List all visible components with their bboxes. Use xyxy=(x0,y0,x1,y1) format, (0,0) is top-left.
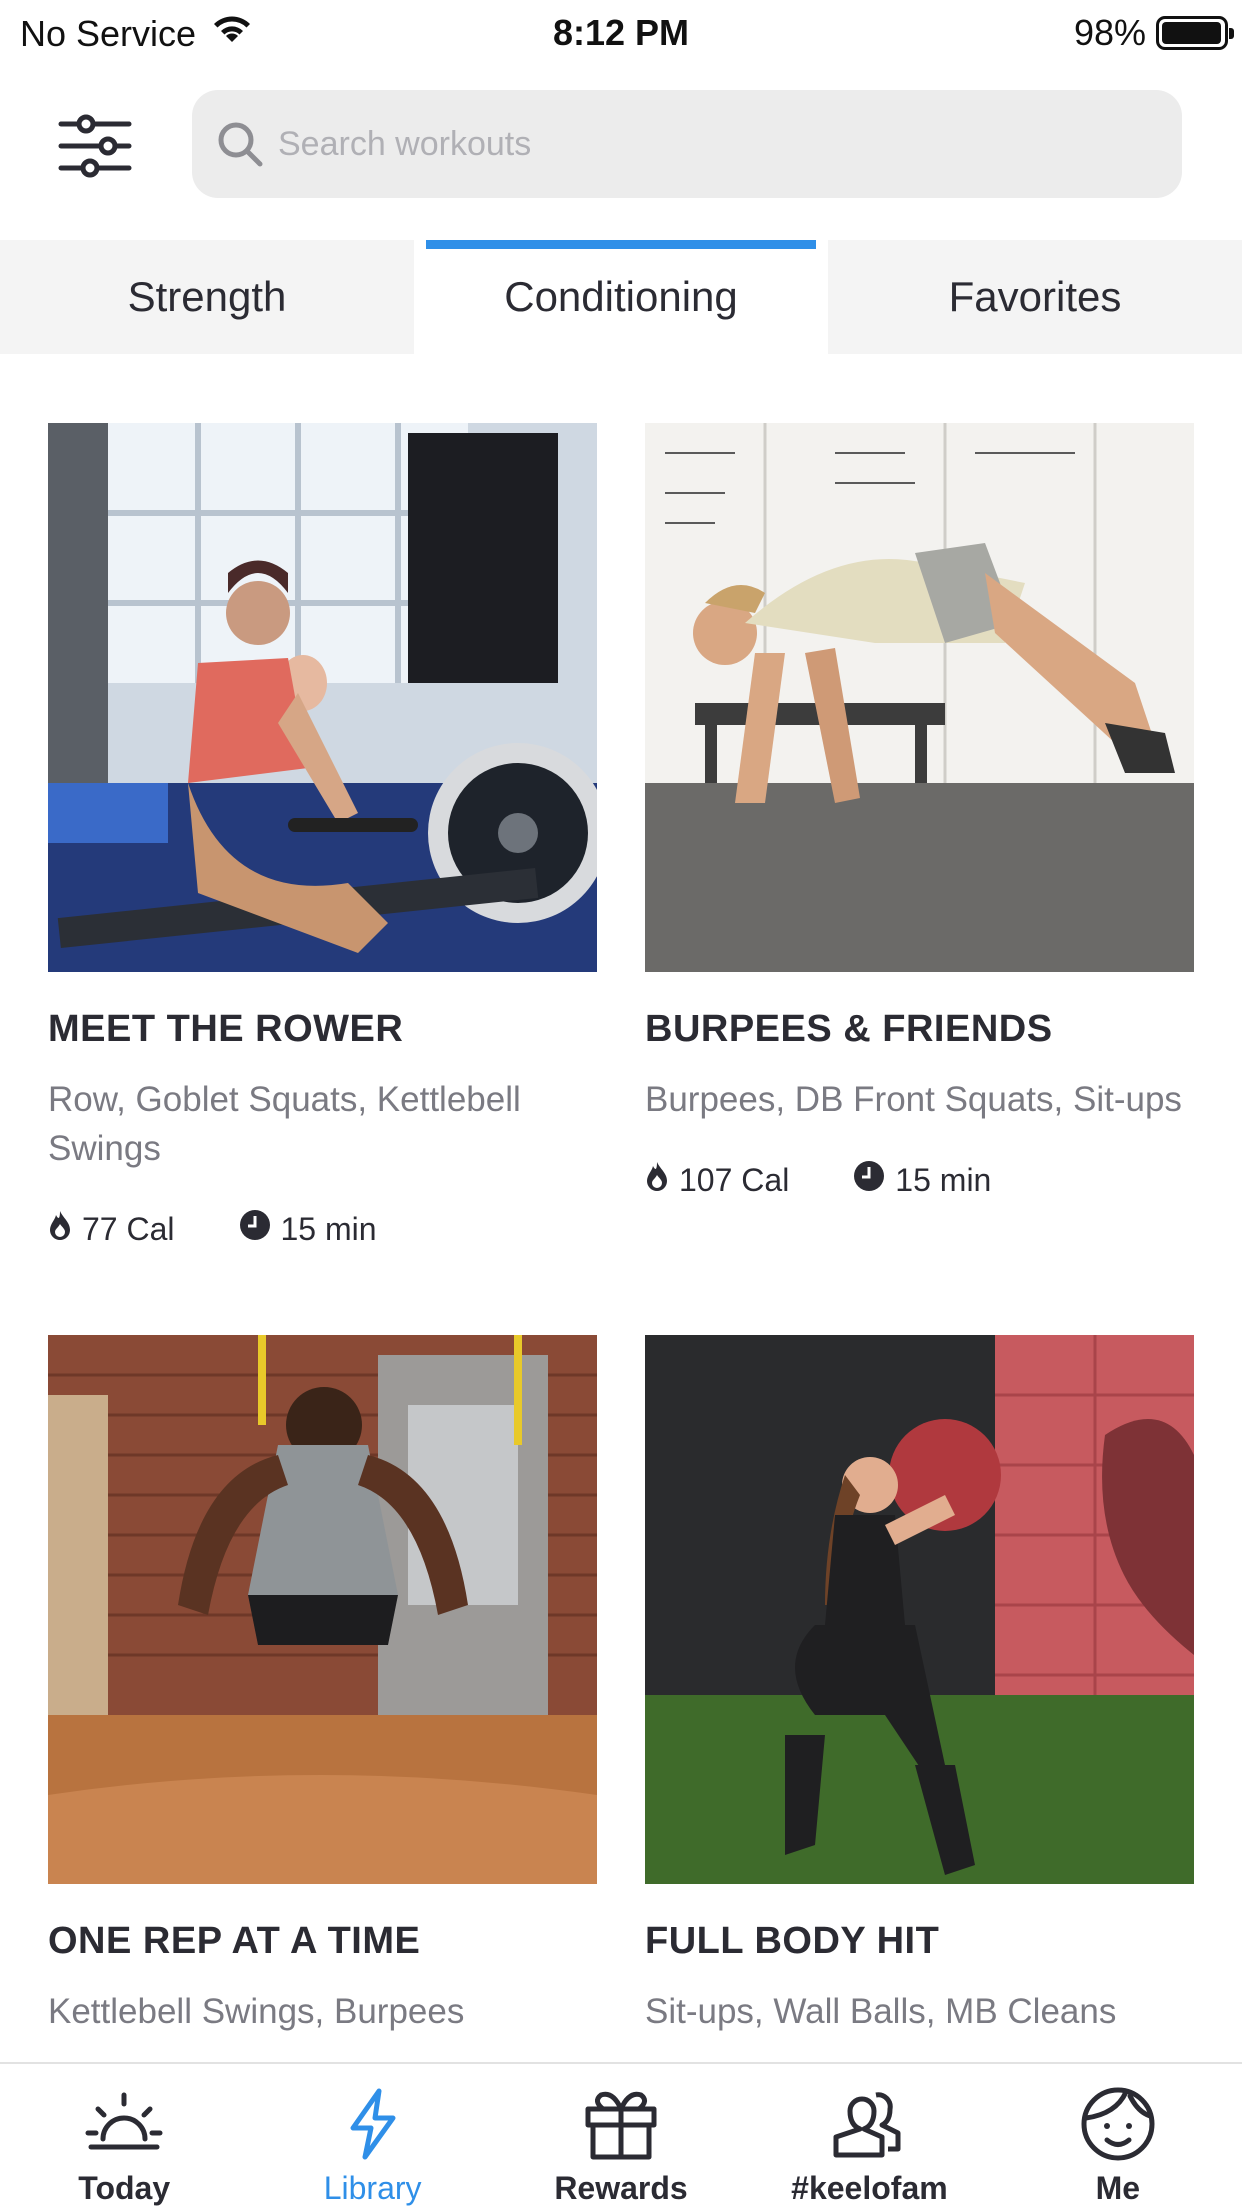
workout-title: ONE REP AT A TIME xyxy=(48,1920,421,1962)
flame-icon xyxy=(645,1161,669,1199)
duration-info: 15 min xyxy=(239,1209,377,1249)
battery-percent: 98% xyxy=(1073,12,1146,53)
battery-icon xyxy=(1156,16,1234,50)
clock: 8:12 PM xyxy=(552,12,690,53)
status-right: 98% xyxy=(1073,12,1234,54)
workout-meta: 77 Cal 15 min xyxy=(48,1209,597,1249)
nav-label-me: Me xyxy=(1095,2170,1141,2206)
calories-value: 107 Cal xyxy=(679,1161,790,1198)
battery-fill xyxy=(1162,22,1221,44)
header xyxy=(0,64,1242,240)
lightning-icon xyxy=(333,2084,413,2164)
nav-label-keelofam: #keelofam xyxy=(791,2170,948,2206)
category-tabs: Strength Conditioning Favorites xyxy=(0,240,1242,354)
gift-icon xyxy=(581,2084,661,2164)
status-bar: No Service 8:12 PM 98% xyxy=(0,0,1242,64)
sliders-icon xyxy=(58,114,132,183)
workout-exercises: Burpees, DB Front Squats, Sit-ups xyxy=(645,1080,1182,1119)
workout-title: FULL BODY HIT xyxy=(645,1920,940,1962)
calories-value: 77 Cal xyxy=(82,1210,175,1247)
tab-strength[interactable]: Strength xyxy=(0,240,414,354)
nav-keelofam[interactable]: #keelofam xyxy=(745,2064,993,2208)
workout-card[interactable]: FULL BODY HIT Sit-ups, Wall Balls, MB Cl… xyxy=(645,1335,1194,2036)
duration-info: 15 min xyxy=(853,1160,991,1200)
calories-info: 107 Cal xyxy=(645,1161,789,1199)
workout-card[interactable]: MEET THE ROWER Row, Goblet Squats, Kettl… xyxy=(48,423,597,1249)
tab-favorites[interactable]: Favorites xyxy=(828,240,1242,354)
nav-today[interactable]: Today xyxy=(0,2064,248,2208)
calories-info: 77 Cal xyxy=(48,1210,175,1248)
tab-conditioning[interactable]: Conditioning xyxy=(414,240,828,354)
nav-label-library: Library xyxy=(323,2170,422,2206)
clock-icon xyxy=(853,1160,885,1200)
workout-image-burpees xyxy=(645,423,1194,972)
nav-label-today: Today xyxy=(78,2170,171,2206)
workout-title: MEET THE ROWER xyxy=(48,1008,404,1050)
people-icon xyxy=(829,2084,909,2164)
workout-exercises: Kettlebell Swings, Burpees xyxy=(48,1992,465,2031)
filter-button[interactable] xyxy=(50,108,140,188)
clock-icon xyxy=(239,1209,271,1249)
workout-meta: 107 Cal 15 min xyxy=(645,1160,1194,1200)
workout-image-full-body xyxy=(645,1335,1194,1884)
search-bar[interactable] xyxy=(192,90,1182,198)
duration-value: 15 min xyxy=(895,1161,992,1198)
nav-rewards[interactable]: Rewards xyxy=(497,2064,745,2208)
workout-card[interactable]: ONE REP AT A TIME Kettlebell Swings, Bur… xyxy=(48,1335,597,2036)
app-root: No Service 8:12 PM 98% Search workouts S… xyxy=(0,0,1242,2208)
flame-icon xyxy=(48,1210,72,1248)
workout-card[interactable]: BURPEES & FRIENDS Burpees, DB Front Squa… xyxy=(645,423,1194,1200)
sun-icon xyxy=(84,2084,164,2164)
nav-me[interactable]: Me xyxy=(994,2064,1242,2208)
workout-exercises: Sit-ups, Wall Balls, MB Cleans xyxy=(645,1992,1117,2031)
search-icon xyxy=(210,114,270,174)
nav-label-rewards: Rewards xyxy=(554,2170,688,2206)
workout-image-one-rep xyxy=(48,1335,597,1884)
bottom-nav: Today Library Rewards #keelofam Me xyxy=(0,2062,1242,2208)
workout-title: BURPEES & FRIENDS xyxy=(645,1008,1053,1050)
face-icon xyxy=(1078,2084,1158,2164)
search-input[interactable] xyxy=(278,90,1182,198)
workout-image-rower xyxy=(48,423,597,972)
nav-library[interactable]: Library xyxy=(248,2064,496,2208)
workout-exercises: Row, Goblet Squats, Kettlebell Swings xyxy=(48,1080,521,1168)
duration-value: 15 min xyxy=(280,1210,377,1247)
